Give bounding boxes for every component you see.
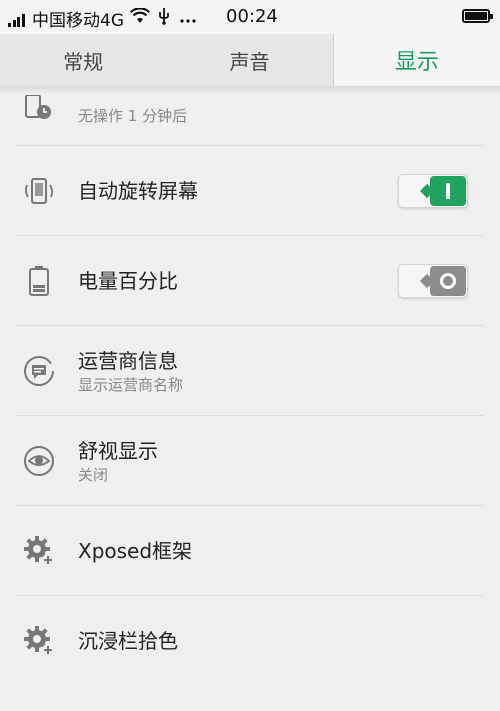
eye-icon	[22, 444, 56, 478]
carrier-message-icon	[22, 354, 56, 388]
setting-auto-rotate-title: 自动旋转屏幕	[78, 178, 198, 203]
toggle-knob	[430, 265, 466, 296]
setting-immersive-texts: 沉浸栏拾色	[78, 627, 178, 655]
carrier-label: 中国移动4G	[32, 11, 124, 31]
setting-sleep-subtitle: 无操作 1 分钟后	[78, 107, 188, 125]
status-bar: 中国移动4G 00:24	[0, 0, 500, 34]
setting-auto-rotate[interactable]: 自动旋转屏幕	[16, 146, 484, 236]
setting-immersive[interactable]: 沉浸栏拾色	[16, 596, 484, 686]
battery-percent-icon	[22, 264, 56, 298]
battery-percent-toggle[interactable]	[398, 263, 468, 298]
usb-icon	[158, 7, 170, 30]
setting-xposed[interactable]: Xposed框架	[16, 506, 484, 596]
gear-plus-icon	[22, 534, 56, 568]
wifi-icon	[130, 7, 150, 29]
setting-eye-comfort-subtitle: 关闭	[78, 465, 109, 484]
setting-xposed-texts: Xposed框架	[78, 537, 192, 565]
clock: 00:24	[226, 6, 278, 27]
battery-icon	[462, 9, 493, 23]
setting-eye-comfort-texts: 舒视显示 关闭	[78, 437, 158, 485]
status-left: 中国移动4G	[8, 6, 196, 31]
setting-carrier-info-title: 运营商信息	[78, 348, 178, 373]
setting-eye-comfort[interactable]: 舒视显示 关闭	[16, 416, 484, 506]
toggle-knob	[430, 175, 466, 206]
setting-immersive-title: 沉浸栏拾色	[78, 629, 178, 653]
sleep-clock-icon	[22, 91, 56, 125]
tab-bar: 常规 声音 显示	[0, 34, 500, 86]
setting-carrier-info-texts: 运营商信息 显示运营商名称	[78, 347, 183, 395]
tab-display[interactable]: 显示	[332, 34, 500, 86]
setting-auto-rotate-texts: 自动旋转屏幕	[78, 177, 198, 205]
setting-battery-percent-texts: 电量百分比	[78, 267, 178, 295]
tab-bar-shadow	[0, 86, 500, 94]
setting-xposed-title: Xposed框架	[78, 538, 193, 563]
display-settings-list: 无操作 1 分钟后 自动旋转屏幕 电量百分比 运营商信息 显示运营商名称 舒视显…	[0, 86, 500, 686]
setting-sleep[interactable]: 无操作 1 分钟后	[16, 86, 484, 146]
rotate-screen-icon	[22, 174, 56, 208]
tab-general[interactable]: 常规	[0, 34, 166, 86]
signal-icon	[8, 11, 26, 27]
setting-carrier-info-subtitle: 显示运营商名称	[78, 375, 184, 394]
setting-battery-percent-title: 电量百分比	[78, 268, 178, 293]
auto-rotate-toggle[interactable]	[398, 173, 468, 208]
setting-eye-comfort-title: 舒视显示	[78, 438, 158, 463]
setting-carrier-info[interactable]: 运营商信息 显示运营商名称	[16, 326, 484, 416]
setting-battery-percent[interactable]: 电量百分比	[16, 236, 484, 326]
gear-plus-icon	[22, 624, 56, 658]
tab-sound[interactable]: 声音	[166, 34, 332, 86]
setting-sleep-texts: 无操作 1 分钟后	[78, 106, 187, 126]
more-icon	[180, 9, 196, 29]
